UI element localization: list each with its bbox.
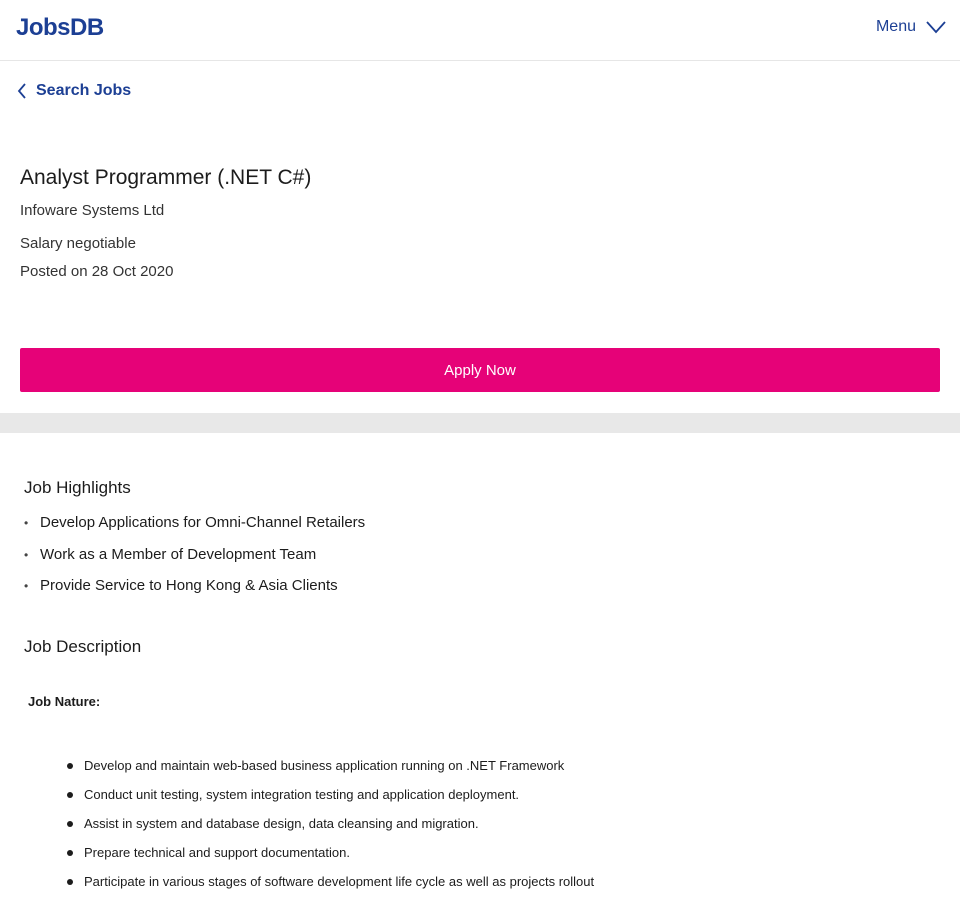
highlight-item: Work as a Member of Development Team xyxy=(24,546,365,578)
menu-label: Menu xyxy=(875,18,916,35)
chevron-down-icon xyxy=(926,21,946,34)
chevron-left-icon xyxy=(17,83,26,99)
description-item: Develop and maintain web-based business … xyxy=(66,758,594,787)
company-name: Infoware Systems Ltd xyxy=(20,202,165,219)
top-bar: JobsDB Menu xyxy=(0,0,960,61)
menu-button[interactable]: Menu xyxy=(876,18,946,36)
job-description-list: Develop and maintain web-based business … xyxy=(66,758,594,900)
highlight-item: Provide Service to Hong Kong & Asia Clie… xyxy=(24,577,365,609)
jobsdb-logo[interactable]: JobsDB xyxy=(16,14,104,42)
apply-now-button[interactable]: Apply Now xyxy=(20,348,940,392)
salary: Salary negotiable xyxy=(20,235,136,252)
back-to-search-link[interactable]: Search Jobs xyxy=(16,82,131,100)
job-title: Analyst Programmer (.NET C#) xyxy=(20,166,312,189)
posted-date: Posted on 28 Oct 2020 xyxy=(20,263,174,280)
job-highlights-list: Develop Applications for Omni-Channel Re… xyxy=(24,514,365,609)
description-item: Prepare technical and support documentat… xyxy=(66,845,594,874)
back-label: Search Jobs xyxy=(36,82,132,99)
job-nature-label: Job Nature: xyxy=(28,694,101,709)
section-divider xyxy=(0,413,960,433)
description-item: Conduct unit testing, system integration… xyxy=(66,787,594,816)
highlight-item: Develop Applications for Omni-Channel Re… xyxy=(24,514,365,546)
job-highlights-heading: Job Highlights xyxy=(24,478,131,497)
job-description-heading: Job Description xyxy=(24,637,142,656)
description-item: Assist in system and database design, da… xyxy=(66,816,594,845)
description-item: Participate in various stages of softwar… xyxy=(66,874,594,900)
